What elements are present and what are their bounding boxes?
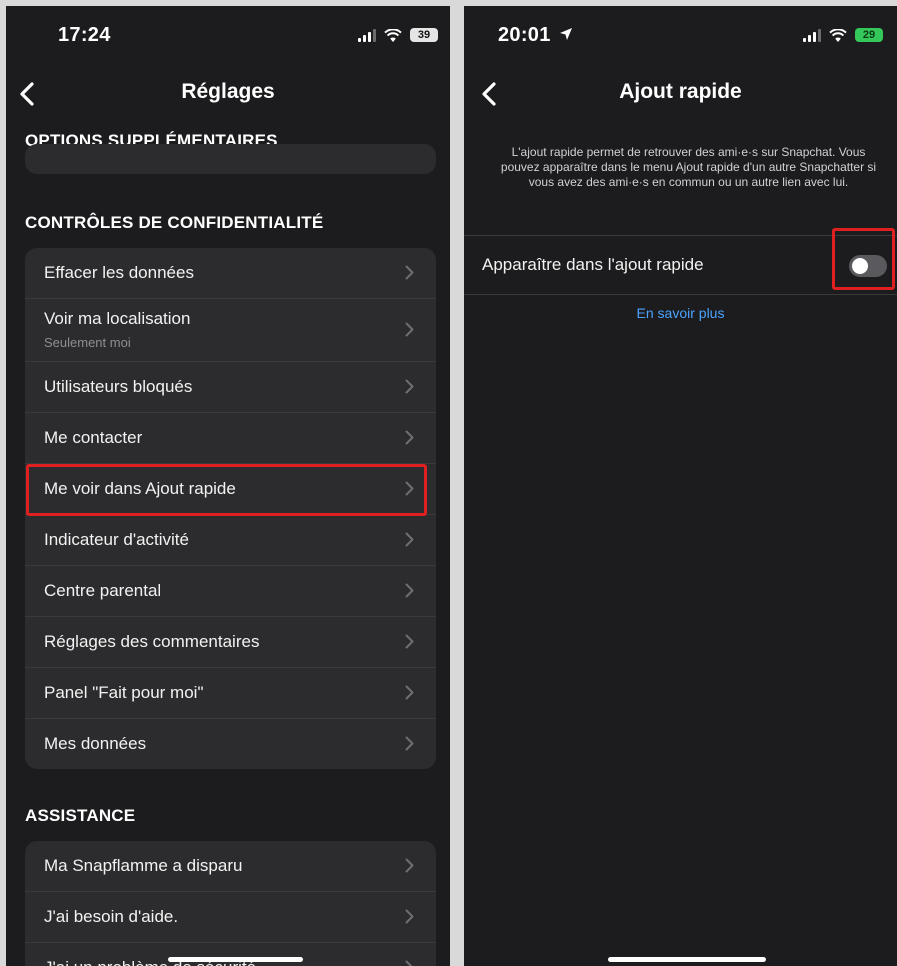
chevron-right-icon [405, 909, 414, 924]
row-label: Indicateur d'activité [44, 530, 189, 549]
cellular-signal-icon [358, 28, 376, 42]
nav-bar: Ajout rapide [464, 70, 897, 120]
status-bar: 17:24 39 [6, 6, 450, 54]
section-header-privacy: CONTRÔLES DE CONFIDENTIALITÉ [25, 213, 324, 232]
settings-row-activity-indicator[interactable]: Indicateur d'activité [25, 514, 436, 565]
settings-row-contact-me[interactable]: Me contacter [25, 412, 436, 463]
cellular-signal-icon [803, 28, 821, 42]
home-indicator[interactable] [608, 957, 766, 962]
settings-row-made-for-me-panel[interactable]: Panel "Fait pour moi" [25, 667, 436, 718]
home-indicator[interactable] [168, 957, 303, 962]
chevron-right-icon [405, 379, 414, 394]
settings-screen: 17:24 39 Réglages OPTIONS SUPPLÉMENTAIRE… [6, 6, 450, 966]
support-row-snapstreak-lost[interactable]: Ma Snapflamme a disparu [25, 841, 436, 891]
row-label: Effacer les données [44, 263, 194, 282]
chevron-right-icon [405, 430, 414, 445]
quick-add-description: L'ajout rapide permet de retrouver des a… [500, 145, 877, 189]
page-title: Réglages [181, 80, 275, 103]
row-label: Me contacter [44, 428, 143, 447]
row-label: Utilisateurs bloqués [44, 377, 193, 396]
support-row-safety-concern[interactable]: J'ai un problème de sécurité [25, 942, 436, 966]
chevron-right-icon [405, 685, 414, 700]
chevron-right-icon [405, 583, 414, 598]
toggle-label: Apparaître dans l'ajout rapide [482, 255, 704, 274]
settings-row-clear-data[interactable]: Effacer les données [25, 248, 436, 298]
settings-row-family-center[interactable]: Centre parental [25, 565, 436, 616]
settings-row-quick-add[interactable]: Me voir dans Ajout rapide [25, 463, 436, 514]
nav-bar: Réglages [6, 70, 450, 120]
quick-add-screen: 20:01 29 Ajout rapide L'ajout rapide per… [464, 6, 897, 966]
toggle-row-appear-in-quick-add: Apparaître dans l'ajout rapide [464, 235, 897, 295]
settings-row-my-data[interactable]: Mes données [25, 718, 436, 769]
quick-add-toggle[interactable] [849, 255, 887, 277]
wifi-icon [384, 28, 402, 42]
status-time: 17:24 [58, 24, 111, 46]
settings-row-blocked-users[interactable]: Utilisateurs bloqués [25, 361, 436, 412]
settings-row-comment-settings[interactable]: Réglages des commentaires [25, 616, 436, 667]
battery-charging-icon: 29 [855, 28, 883, 42]
extra-options-card [25, 144, 436, 174]
row-label: Centre parental [44, 581, 162, 600]
privacy-controls-card: Effacer les données Voir ma localisation… [25, 248, 436, 769]
row-label: Me voir dans Ajout rapide [44, 479, 236, 498]
chevron-right-icon [405, 322, 414, 337]
location-arrow-icon [560, 28, 572, 40]
chevron-right-icon [405, 634, 414, 649]
row-label: Mes données [44, 734, 147, 753]
chevron-right-icon [405, 736, 414, 751]
battery-icon: 39 [410, 28, 438, 42]
row-label: Voir ma localisation [44, 309, 191, 328]
chevron-right-icon [405, 858, 414, 873]
wifi-icon [829, 28, 847, 42]
chevron-right-icon [405, 265, 414, 280]
support-row-need-help[interactable]: J'ai besoin d'aide. [25, 891, 436, 942]
row-sublabel: Seulement moi [44, 335, 131, 350]
section-header-support: ASSISTANCE [25, 806, 136, 825]
row-label: Ma Snapflamme a disparu [44, 856, 243, 875]
status-time: 20:01 [498, 24, 551, 46]
page-title: Ajout rapide [619, 80, 742, 103]
chevron-right-icon [405, 481, 414, 496]
settings-row-see-my-location[interactable]: Voir ma localisation Seulement moi [25, 298, 436, 361]
row-label: Réglages des commentaires [44, 632, 260, 651]
status-bar: 20:01 29 [464, 6, 897, 54]
toggle-knob [852, 258, 868, 274]
support-card: Ma Snapflamme a disparu J'ai besoin d'ai… [25, 841, 436, 966]
chevron-right-icon [405, 532, 414, 547]
chevron-right-icon [405, 960, 413, 966]
row-label: J'ai besoin d'aide. [44, 907, 179, 926]
learn-more-link[interactable]: En savoir plus [464, 305, 897, 321]
row-label: Panel "Fait pour moi" [44, 683, 204, 702]
